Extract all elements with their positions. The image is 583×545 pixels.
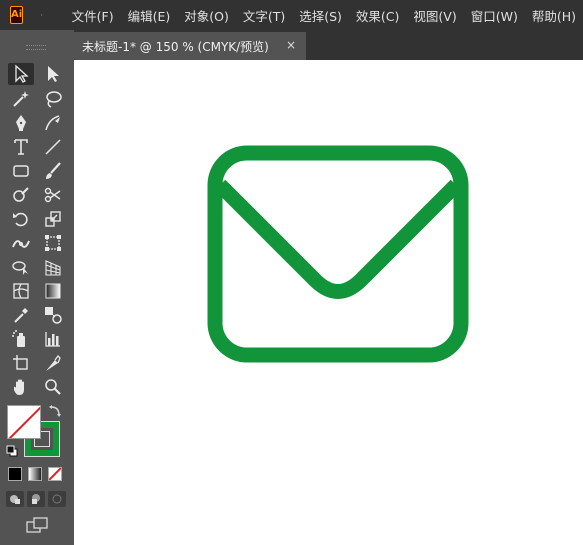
artboard-tool-icon[interactable] xyxy=(8,352,34,374)
lasso-tool-icon[interactable] xyxy=(40,88,66,110)
menu-help[interactable]: 帮助(H) xyxy=(525,6,583,25)
symbol-sprayer-tool-icon[interactable] xyxy=(8,328,34,350)
draw-inside-icon[interactable] xyxy=(48,491,66,507)
width-tool-icon[interactable] xyxy=(8,232,34,254)
free-transform-tool-icon[interactable] xyxy=(40,232,66,254)
mail-icon[interactable] xyxy=(207,145,469,363)
none-button[interactable] xyxy=(48,467,62,481)
eyedropper-tool-icon[interactable] xyxy=(8,304,34,326)
menu-window[interactable]: 窗口(W) xyxy=(464,6,525,25)
menu-bar: Ai 文件(F) 编辑(E) 对象(O) 文字(T) 选择(S) 效果(C) 视… xyxy=(0,0,583,30)
direct-selection-tool-icon[interactable] xyxy=(40,63,66,85)
mesh-tool-icon[interactable] xyxy=(8,280,34,302)
screen-mode-icon[interactable] xyxy=(26,516,48,534)
gradient-button[interactable] xyxy=(28,467,42,481)
hand-tool-icon[interactable] xyxy=(8,376,34,398)
artboard-canvas[interactable] xyxy=(74,60,583,545)
menu-type[interactable]: 文字(T) xyxy=(236,6,292,25)
menu-items: 文件(F) 编辑(E) 对象(O) 文字(T) 选择(S) 效果(C) 视图(V… xyxy=(65,6,583,25)
magic-wand-tool-icon[interactable] xyxy=(8,88,34,110)
curvature-tool-icon[interactable] xyxy=(40,112,66,134)
scissors-tool-icon[interactable] xyxy=(40,184,66,206)
line-segment-tool-icon[interactable] xyxy=(40,136,66,158)
menu-effect[interactable]: 效果(C) xyxy=(349,6,406,25)
rotate-tool-icon[interactable] xyxy=(8,208,34,230)
gradient-tool-icon[interactable] xyxy=(40,280,66,302)
blend-tool-icon[interactable] xyxy=(40,304,66,326)
app-logo: Ai xyxy=(10,6,24,24)
menu-select[interactable]: 选择(S) xyxy=(292,6,349,25)
draw-behind-icon[interactable] xyxy=(27,491,45,507)
default-fill-stroke-icon[interactable] xyxy=(6,445,18,457)
document-tab[interactable]: 未标题-1* @ 150 % (CMYK/预览) × xyxy=(74,32,306,60)
paintbrush-tool-icon[interactable] xyxy=(40,160,66,182)
close-icon[interactable]: × xyxy=(286,38,296,52)
scale-tool-icon[interactable] xyxy=(40,208,66,230)
envelope-flap xyxy=(214,179,462,299)
type-tool-icon[interactable] xyxy=(8,136,34,158)
menu-edit[interactable]: 编辑(E) xyxy=(121,6,178,25)
envelope-body xyxy=(207,145,469,363)
menu-view[interactable]: 视图(V) xyxy=(406,6,463,25)
perspective-grid-tool-icon[interactable] xyxy=(40,256,66,278)
swap-fill-stroke-icon[interactable] xyxy=(48,404,62,418)
panel-grip[interactable] xyxy=(26,45,46,50)
menu-object[interactable]: 对象(O) xyxy=(177,6,236,25)
slice-tool-icon[interactable] xyxy=(40,352,66,374)
tab-bar: ◂◂ 未标题-1* @ 150 % (CMYK/预览) × xyxy=(0,30,583,60)
document-tab-title: 未标题-1* @ 150 % (CMYK/预览) xyxy=(82,39,269,54)
rectangle-tool-icon[interactable] xyxy=(8,160,34,182)
pen-tool-icon[interactable] xyxy=(8,112,34,134)
home-icon[interactable] xyxy=(41,5,43,25)
menu-file[interactable]: 文件(F) xyxy=(65,6,121,25)
shape-builder-tool-icon[interactable] xyxy=(8,256,34,278)
selection-tool-icon[interactable] xyxy=(8,63,34,85)
draw-normal-icon[interactable] xyxy=(6,491,24,507)
color-button[interactable] xyxy=(8,467,22,481)
fill-swatch[interactable] xyxy=(7,405,41,439)
zoom-tool-icon[interactable] xyxy=(40,376,66,398)
column-graph-tool-icon[interactable] xyxy=(40,328,66,350)
shaper-tool-icon[interactable] xyxy=(8,184,34,206)
